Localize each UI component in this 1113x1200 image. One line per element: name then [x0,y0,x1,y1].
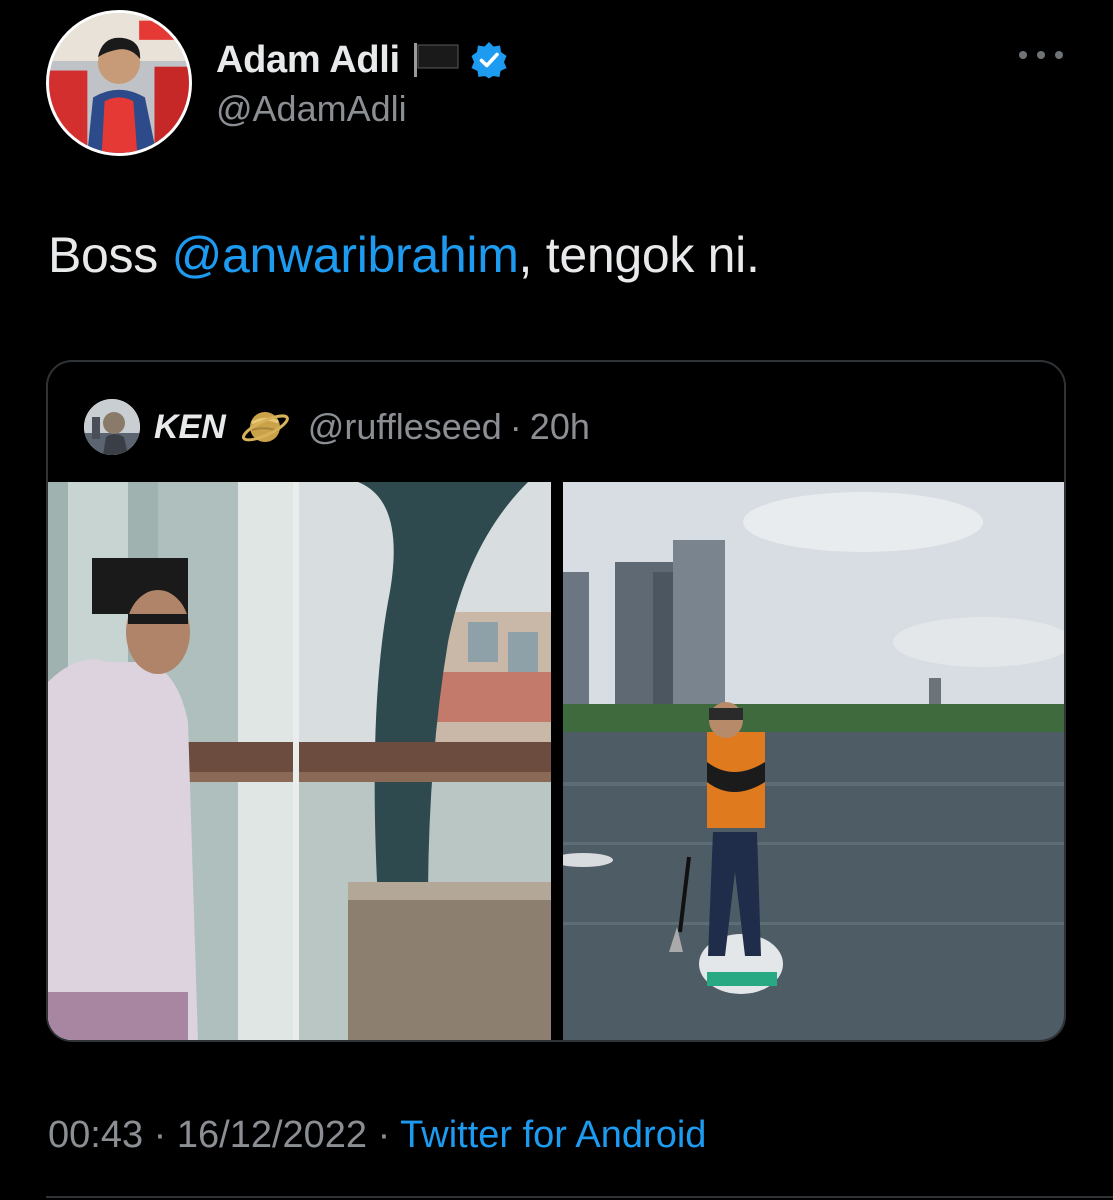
tweet-meta: 00:43 · 16/12/2022 · Twitter for Android [48,1114,706,1157]
more-dot-icon [1037,51,1045,59]
tweet-source-link[interactable]: Twitter for Android [400,1114,706,1156]
mention-link[interactable]: @anwaribrahim [172,227,519,283]
tweet-date[interactable]: 16/12/2022 [177,1114,367,1156]
more-options-button[interactable] [1019,40,1063,70]
more-dot-icon [1019,51,1027,59]
tweet-text-end: , tengok ni. [518,227,760,283]
verified-badge-icon [470,41,508,79]
quoted-timestamp[interactable]: 20h [530,406,590,448]
black-flag-icon [412,42,460,78]
quoted-photo-1[interactable] [48,482,551,1040]
tweet-time[interactable]: 00:43 [48,1114,143,1156]
tweet-text-start: Boss [48,227,172,283]
quoted-display-name[interactable]: KEN [154,408,226,447]
quoted-tweet-header: KEN @ruffleseed · 20h [84,398,590,456]
quoted-avatar-image [84,399,140,455]
meta-separator: · [377,1114,391,1156]
man-by-window-image [48,482,551,1040]
meta-separator: · [153,1114,167,1156]
author-avatar-image [49,13,189,153]
divider [46,1196,1113,1198]
paddleboard-lake-image [563,482,1064,1040]
author-display-name[interactable]: Adam Adli [216,39,400,82]
ringed-planet-icon [240,402,290,452]
quoted-handle[interactable]: @ruffleseed [308,406,502,448]
quoted-author-avatar[interactable] [84,399,140,455]
more-dot-icon [1055,51,1063,59]
author-avatar[interactable] [46,10,192,156]
author-handle[interactable]: @AdamAdli [216,88,407,130]
tweet: Adam Adli @AdamAdli Boss @anwaribrahim, … [0,0,1113,1200]
quoted-photo-2[interactable] [563,482,1064,1040]
tweet-text: Boss @anwaribrahim, tengok ni. [48,226,760,284]
quoted-separator: · [509,406,522,447]
quoted-tweet-card[interactable]: KEN @ruffleseed · 20h [46,360,1066,1042]
author-name-row: Adam Adli [216,36,508,84]
